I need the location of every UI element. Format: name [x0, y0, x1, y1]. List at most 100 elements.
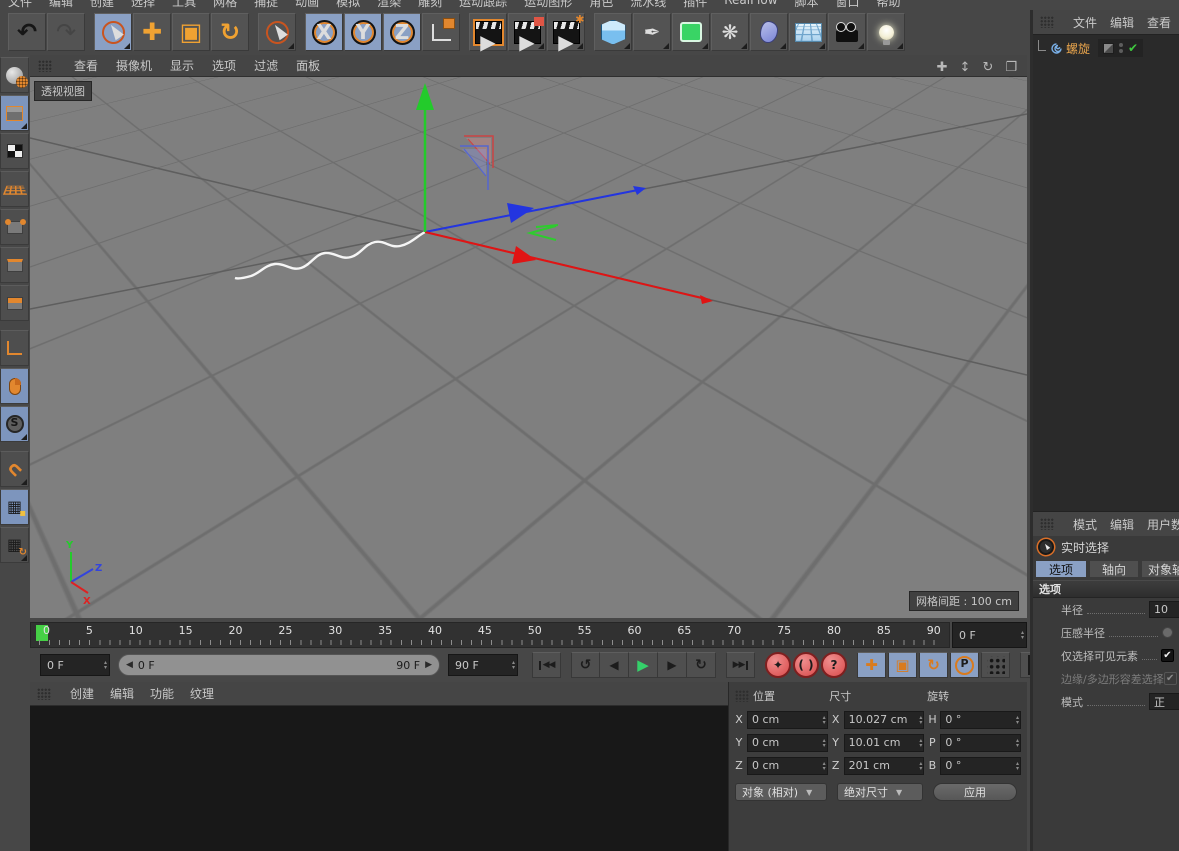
transport-current-frame-input[interactable]: 0 F ▴▾ — [40, 654, 110, 676]
key-position-button[interactable]: ✚ — [857, 652, 886, 678]
object-manager-panel-handle[interactable] — [1040, 16, 1054, 28]
render-view-button[interactable]: ▶ — [469, 13, 507, 51]
visible-only-checkbox[interactable]: ✔ — [1161, 649, 1174, 662]
keyframe-selection-button[interactable]: ? — [821, 652, 847, 678]
attribute-manager-menu-item[interactable]: 用户数据 — [1147, 516, 1179, 533]
snap-button[interactable]: ∪ — [0, 451, 29, 487]
edges-mode-button[interactable] — [0, 247, 29, 283]
spline-pen-button[interactable]: ✒ — [633, 13, 671, 51]
points-mode-button[interactable] — [0, 209, 29, 245]
menubar-item[interactable]: 窗口 — [836, 0, 860, 9]
s-toggle-button[interactable]: S — [0, 406, 29, 442]
size-mode-dropdown[interactable]: 绝对尺寸 ▼ — [837, 783, 923, 801]
attribute-manager-menu-item[interactable]: 编辑 — [1110, 516, 1134, 533]
lock-x-axis-button[interactable]: X — [305, 13, 343, 51]
menubar-item[interactable]: 渲染 — [377, 0, 401, 9]
material-manager-menu-item[interactable]: 功能 — [150, 685, 174, 702]
next-key-button[interactable]: ↻ — [687, 652, 716, 678]
menubar-item[interactable]: 文件 — [8, 0, 32, 9]
viewport-solo-button[interactable] — [0, 368, 29, 404]
menubar-item[interactable]: 插件 — [683, 0, 707, 9]
menubar-item[interactable]: 脚本 — [795, 0, 819, 9]
timeline-range-slider[interactable]: ◀ 0 F 90 F ▶ — [118, 654, 440, 676]
x-axis-handle[interactable] — [512, 246, 536, 264]
zoom-view-button[interactable]: ↕ — [960, 56, 971, 75]
goto-start-button[interactable]: ◀◀ — [532, 652, 561, 678]
menubar-item[interactable]: 编辑 — [49, 0, 73, 9]
apply-button[interactable]: 应用 — [933, 783, 1017, 801]
rotation-h-input[interactable]: 0 °▴▾ — [940, 711, 1021, 729]
size-x-input[interactable]: 10.027 cm▴▾ — [844, 711, 925, 729]
viewport-menu-item[interactable]: 面板 — [296, 57, 320, 74]
viewport-menu-item[interactable]: 选项 — [212, 57, 236, 74]
prev-frame-button[interactable]: ◀ — [600, 652, 629, 678]
key-rotation-button[interactable]: ↻ — [919, 652, 948, 678]
redo-button[interactable]: ↷ — [47, 13, 85, 51]
autokey-button[interactable]: ( ) — [793, 652, 819, 678]
record-keyframe-button[interactable]: ✦ — [765, 652, 791, 678]
rotation-p-input[interactable]: 0 °▴▾ — [940, 734, 1021, 752]
polygons-mode-button[interactable] — [0, 285, 29, 321]
menubar-item[interactable]: 选择 — [131, 0, 155, 9]
object-name[interactable]: 螺旋 — [1066, 40, 1090, 57]
menubar-item[interactable]: RealFlow — [724, 0, 777, 9]
tab-options[interactable]: 选项 — [1035, 560, 1087, 578]
pan-view-button[interactable]: ✚ — [937, 56, 948, 75]
enabled-check-icon[interactable]: ✔ — [1128, 42, 1138, 54]
y-axis-arrowhead[interactable] — [416, 83, 434, 110]
visibility-dots-icon[interactable] — [1119, 43, 1123, 53]
object-row[interactable]: 螺旋 ✔ — [1036, 39, 1179, 57]
pressure-radius-toggle[interactable] — [1162, 627, 1173, 638]
material-manager-menu-item[interactable]: 纹理 — [190, 685, 214, 702]
menubar-item[interactable]: 流水线 — [630, 0, 666, 9]
enable-axis-button[interactable] — [0, 330, 29, 366]
add-cube-button[interactable] — [594, 13, 632, 51]
range-right-arrow-icon[interactable]: ▶ — [425, 660, 432, 670]
scale-button[interactable]: ▣ — [172, 13, 210, 51]
timeline-ruler[interactable]: 051015202530354045505560657075808590 — [30, 622, 950, 648]
stepper-arrows-icon[interactable]: ▴▾ — [1021, 630, 1024, 640]
position-y-input[interactable]: 0 cm▴▾ — [747, 734, 828, 752]
light-button[interactable] — [867, 13, 905, 51]
rotate-workplane-button[interactable]: ▦ — [0, 527, 29, 563]
material-list-area[interactable] — [30, 706, 728, 850]
z-axis-handle[interactable] — [507, 203, 534, 223]
menubar-item[interactable]: 网格 — [213, 0, 237, 9]
mode-dropdown[interactable]: 正 — [1149, 693, 1179, 710]
object-manager-menu-item[interactable]: 查看 — [1147, 14, 1171, 31]
tab-object-axis[interactable]: 对象轴心 — [1141, 560, 1179, 578]
viewport-menu-item[interactable]: 查看 — [74, 57, 98, 74]
mograph-button[interactable]: ❋ — [711, 13, 749, 51]
lock-y-axis-button[interactable]: Y — [344, 13, 382, 51]
last-tool-button[interactable]: ► — [258, 13, 296, 51]
render-picture-viewer-button[interactable]: ▶ — [508, 13, 546, 51]
render-settings-button[interactable]: ▶ — [547, 13, 585, 51]
layer-color-icon[interactable] — [1103, 43, 1114, 54]
prev-key-button[interactable]: ↺ — [571, 652, 600, 678]
tolerance-checkbox[interactable]: ✔ — [1164, 672, 1177, 685]
lock-z-axis-button[interactable]: Z — [383, 13, 421, 51]
position-z-input[interactable]: 0 cm▴▾ — [747, 757, 828, 775]
subdivision-surface-button[interactable] — [672, 13, 710, 51]
transport-end-frame-input[interactable]: 90 F ▴▾ — [448, 654, 518, 676]
workplane-mode-button[interactable] — [0, 171, 29, 207]
move-button[interactable]: ✚ — [133, 13, 171, 51]
position-x-input[interactable]: 0 cm▴▾ — [747, 711, 828, 729]
menubar-item[interactable]: 雕刻 — [418, 0, 442, 9]
material-manager-menu-item[interactable]: 编辑 — [110, 685, 134, 702]
viewport-menu-item[interactable]: 显示 — [170, 57, 194, 74]
menubar-item[interactable]: 创建 — [90, 0, 114, 9]
x-axis-line[interactable] — [425, 232, 710, 300]
attribute-manager-menu-item[interactable]: 模式 — [1073, 516, 1097, 533]
material-panel-handle[interactable] — [37, 688, 51, 700]
coordinate-system-button[interactable] — [422, 13, 460, 51]
menubar-item[interactable]: 模拟 — [336, 0, 360, 9]
play-button[interactable]: ▶ — [629, 652, 658, 678]
stepper-arrows-icon[interactable]: ▴▾ — [104, 660, 107, 670]
tab-axis[interactable]: 轴向 — [1089, 560, 1139, 578]
undo-button[interactable]: ↶ — [8, 13, 46, 51]
menubar-item[interactable]: 角色 — [589, 0, 613, 9]
rotate-view-button[interactable]: ↻ — [982, 56, 993, 75]
attribute-manager-panel-handle[interactable] — [1040, 518, 1054, 530]
key-parameter-button[interactable]: P — [950, 652, 979, 678]
